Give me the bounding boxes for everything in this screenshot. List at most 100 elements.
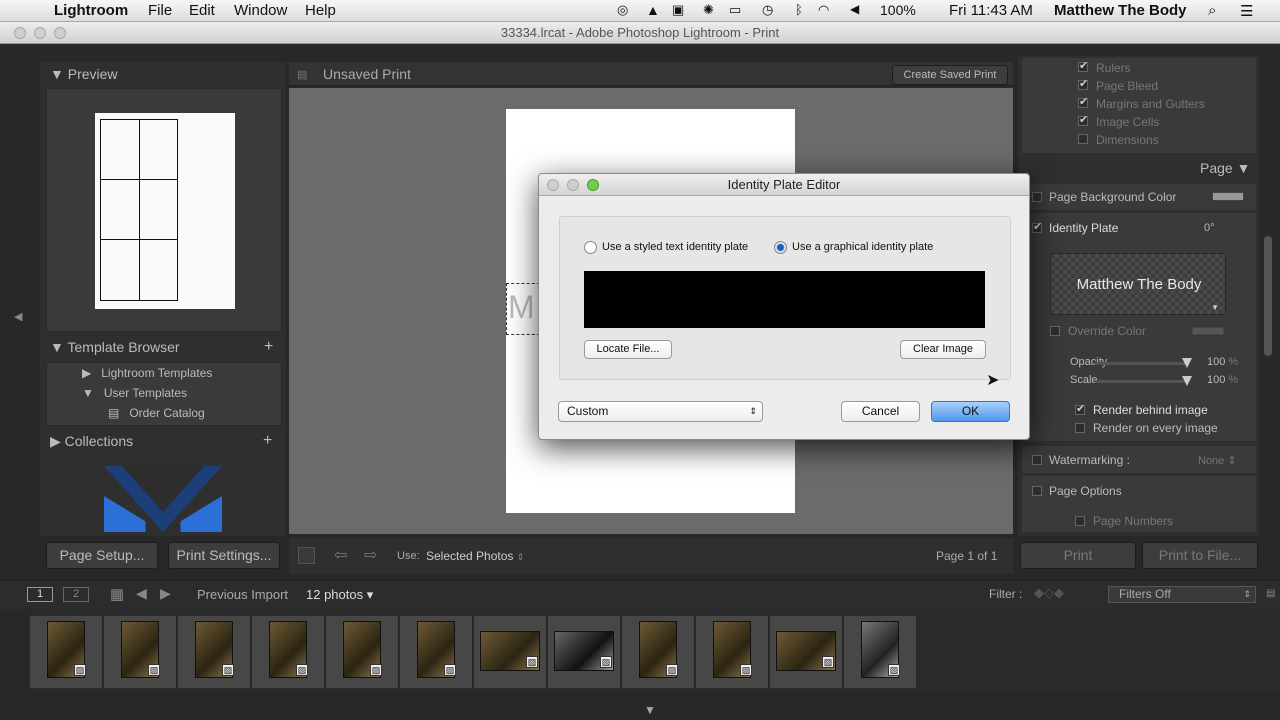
template-folder-lightroom[interactable]: ▶ Lightroom Templates: [82, 366, 212, 380]
opacity-value[interactable]: 100 %: [1207, 356, 1238, 368]
filter-dropdown[interactable]: Filters Off ⇕: [1108, 586, 1256, 603]
primary-window-button[interactable]: 1: [27, 587, 53, 602]
menu-window[interactable]: Window: [234, 2, 287, 19]
identity-plate-checkbox[interactable]: [1032, 220, 1042, 233]
volume-icon[interactable]: ◀: [850, 2, 859, 16]
identity-image-well[interactable]: [584, 271, 985, 328]
slider-thumb[interactable]: [1182, 358, 1192, 368]
collapse-filmstrip-icon[interactable]: ▼: [644, 703, 656, 717]
margins-gutters-checkbox[interactable]: [1078, 95, 1088, 108]
styled-text-label[interactable]: Use a styled text identity plate: [602, 241, 748, 253]
filmstrip-scroll-icon[interactable]: ▤: [1266, 588, 1275, 599]
cancel-button[interactable]: Cancel: [841, 401, 920, 422]
camera-icon[interactable]: ▣: [672, 2, 684, 18]
render-every-checkbox[interactable]: [1075, 423, 1085, 433]
add-collection-icon[interactable]: +: [263, 432, 272, 450]
template-folder-user[interactable]: ▼ User Templates: [82, 386, 187, 400]
use-dropdown[interactable]: Selected Photos ⇕: [426, 549, 524, 563]
image-cells-checkbox[interactable]: [1078, 113, 1088, 126]
stop-icon[interactable]: [298, 547, 315, 564]
render-behind-checkbox[interactable]: [1075, 402, 1085, 415]
next-page-icon[interactable]: ⇨: [364, 545, 377, 565]
airplay-icon[interactable]: ▭: [729, 2, 741, 18]
right-panel-scrollbar[interactable]: [1264, 236, 1272, 356]
page-background-color-checkbox[interactable]: [1032, 192, 1042, 202]
template-order-catalog[interactable]: ▤ Order Catalog: [108, 406, 205, 420]
clock[interactable]: Fri 11:43 AM: [949, 2, 1033, 19]
rulers-checkbox[interactable]: [1078, 59, 1088, 72]
zoom-window-button[interactable]: [54, 27, 66, 39]
filmstrip-thumb[interactable]: ▨: [30, 616, 103, 688]
bluetooth-icon[interactable]: ᛒ: [795, 2, 803, 17]
previous-page-icon[interactable]: ⇦: [334, 545, 347, 565]
brightness-icon[interactable]: ✺: [703, 2, 714, 18]
print-to-file-button[interactable]: Print to File...: [1142, 542, 1258, 569]
page-background-swatch[interactable]: [1212, 192, 1244, 201]
wifi-icon[interactable]: ◠: [818, 2, 829, 18]
user-menu[interactable]: Matthew The Body: [1054, 2, 1187, 19]
locate-file-button[interactable]: Locate File...: [584, 340, 672, 359]
page-setup-button[interactable]: Page Setup...: [46, 542, 158, 569]
filter-flags-icon[interactable]: ◆◇◆: [1034, 585, 1064, 601]
menu-file[interactable]: File: [148, 2, 172, 19]
preset-dropdown[interactable]: Custom ⇕: [558, 401, 763, 422]
grid-view-icon[interactable]: ▦: [110, 585, 124, 603]
create-saved-print-button[interactable]: Create Saved Print: [892, 65, 1008, 85]
identity-plate-dropdown-icon[interactable]: ▼: [1211, 303, 1219, 312]
forward-arrow-icon[interactable]: ▶: [160, 585, 171, 602]
watermarking-checkbox[interactable]: [1032, 455, 1042, 465]
graphical-radio[interactable]: [774, 241, 787, 254]
clear-image-button[interactable]: Clear Image: [900, 340, 986, 359]
print-button[interactable]: Print: [1020, 542, 1136, 569]
dialog-zoom-button[interactable]: [587, 179, 599, 191]
add-template-icon[interactable]: +: [264, 338, 273, 356]
filmstrip-thumb[interactable]: ▨: [844, 616, 917, 688]
collections-header[interactable]: ▶ Collections: [50, 433, 133, 450]
filmstrip-thumb[interactable]: ▨: [326, 616, 399, 688]
override-color-swatch[interactable]: [1192, 327, 1224, 335]
print-settings-button[interactable]: Print Settings...: [168, 542, 280, 569]
identity-plate-angle[interactable]: 0°: [1204, 222, 1215, 234]
styled-text-radio[interactable]: [584, 241, 597, 254]
page-bleed-checkbox[interactable]: [1078, 77, 1088, 90]
page-section-header[interactable]: Page ▼: [1200, 160, 1250, 176]
time-machine-icon[interactable]: ◷: [762, 2, 773, 18]
ok-button[interactable]: OK: [931, 401, 1010, 422]
dialog-close-button[interactable]: [547, 179, 559, 191]
notification-icon[interactable]: ▲: [646, 2, 660, 18]
close-window-button[interactable]: [14, 27, 26, 39]
dimensions-checkbox[interactable]: [1078, 134, 1088, 144]
filmstrip-thumb[interactable]: ▨: [770, 616, 843, 688]
source-label[interactable]: Previous Import: [197, 587, 288, 602]
minimize-window-button[interactable]: [34, 27, 46, 39]
watermark-dropdown[interactable]: None ⇕: [1198, 454, 1237, 467]
identity-plate-preview[interactable]: Matthew The Body ▼: [1050, 253, 1226, 315]
scale-value[interactable]: 100 %: [1207, 374, 1238, 386]
menu-help[interactable]: Help: [305, 2, 336, 19]
collapse-left-panel-icon[interactable]: ◀: [14, 310, 22, 323]
slider-thumb[interactable]: [1182, 376, 1192, 386]
filmstrip-thumb[interactable]: ▨: [400, 616, 473, 688]
creative-cloud-icon[interactable]: ◎: [617, 2, 628, 18]
filmstrip-thumb[interactable]: ▨: [696, 616, 769, 688]
menu-edit[interactable]: Edit: [189, 2, 215, 19]
template-browser-header[interactable]: ▼ Template Browser: [50, 339, 180, 355]
graphical-label[interactable]: Use a graphical identity plate: [792, 241, 933, 253]
dialog-minimize-button[interactable]: [567, 179, 579, 191]
filmstrip-thumb[interactable]: ▨: [622, 616, 695, 688]
filmstrip-thumb[interactable]: ▨: [548, 616, 621, 688]
notification-center-icon[interactable]: ☰: [1240, 2, 1253, 20]
filmstrip-thumb[interactable]: ▨: [474, 616, 547, 688]
spotlight-icon[interactable]: ⌕: [1208, 2, 1216, 19]
preview-header[interactable]: ▼ Preview: [50, 66, 118, 82]
filmstrip-thumb[interactable]: ▨: [178, 616, 251, 688]
override-color-checkbox[interactable]: [1050, 326, 1060, 336]
app-menu[interactable]: Lightroom: [54, 2, 128, 19]
page-options-checkbox[interactable]: [1032, 486, 1042, 496]
opacity-slider[interactable]: [1094, 358, 1192, 368]
filmstrip-thumb[interactable]: ▨: [104, 616, 177, 688]
back-arrow-icon[interactable]: ◀: [136, 585, 147, 602]
photo-count-dropdown[interactable]: 12 photos ▾: [306, 587, 373, 603]
filmstrip-thumb[interactable]: ▨: [252, 616, 325, 688]
scale-slider[interactable]: [1094, 376, 1192, 386]
